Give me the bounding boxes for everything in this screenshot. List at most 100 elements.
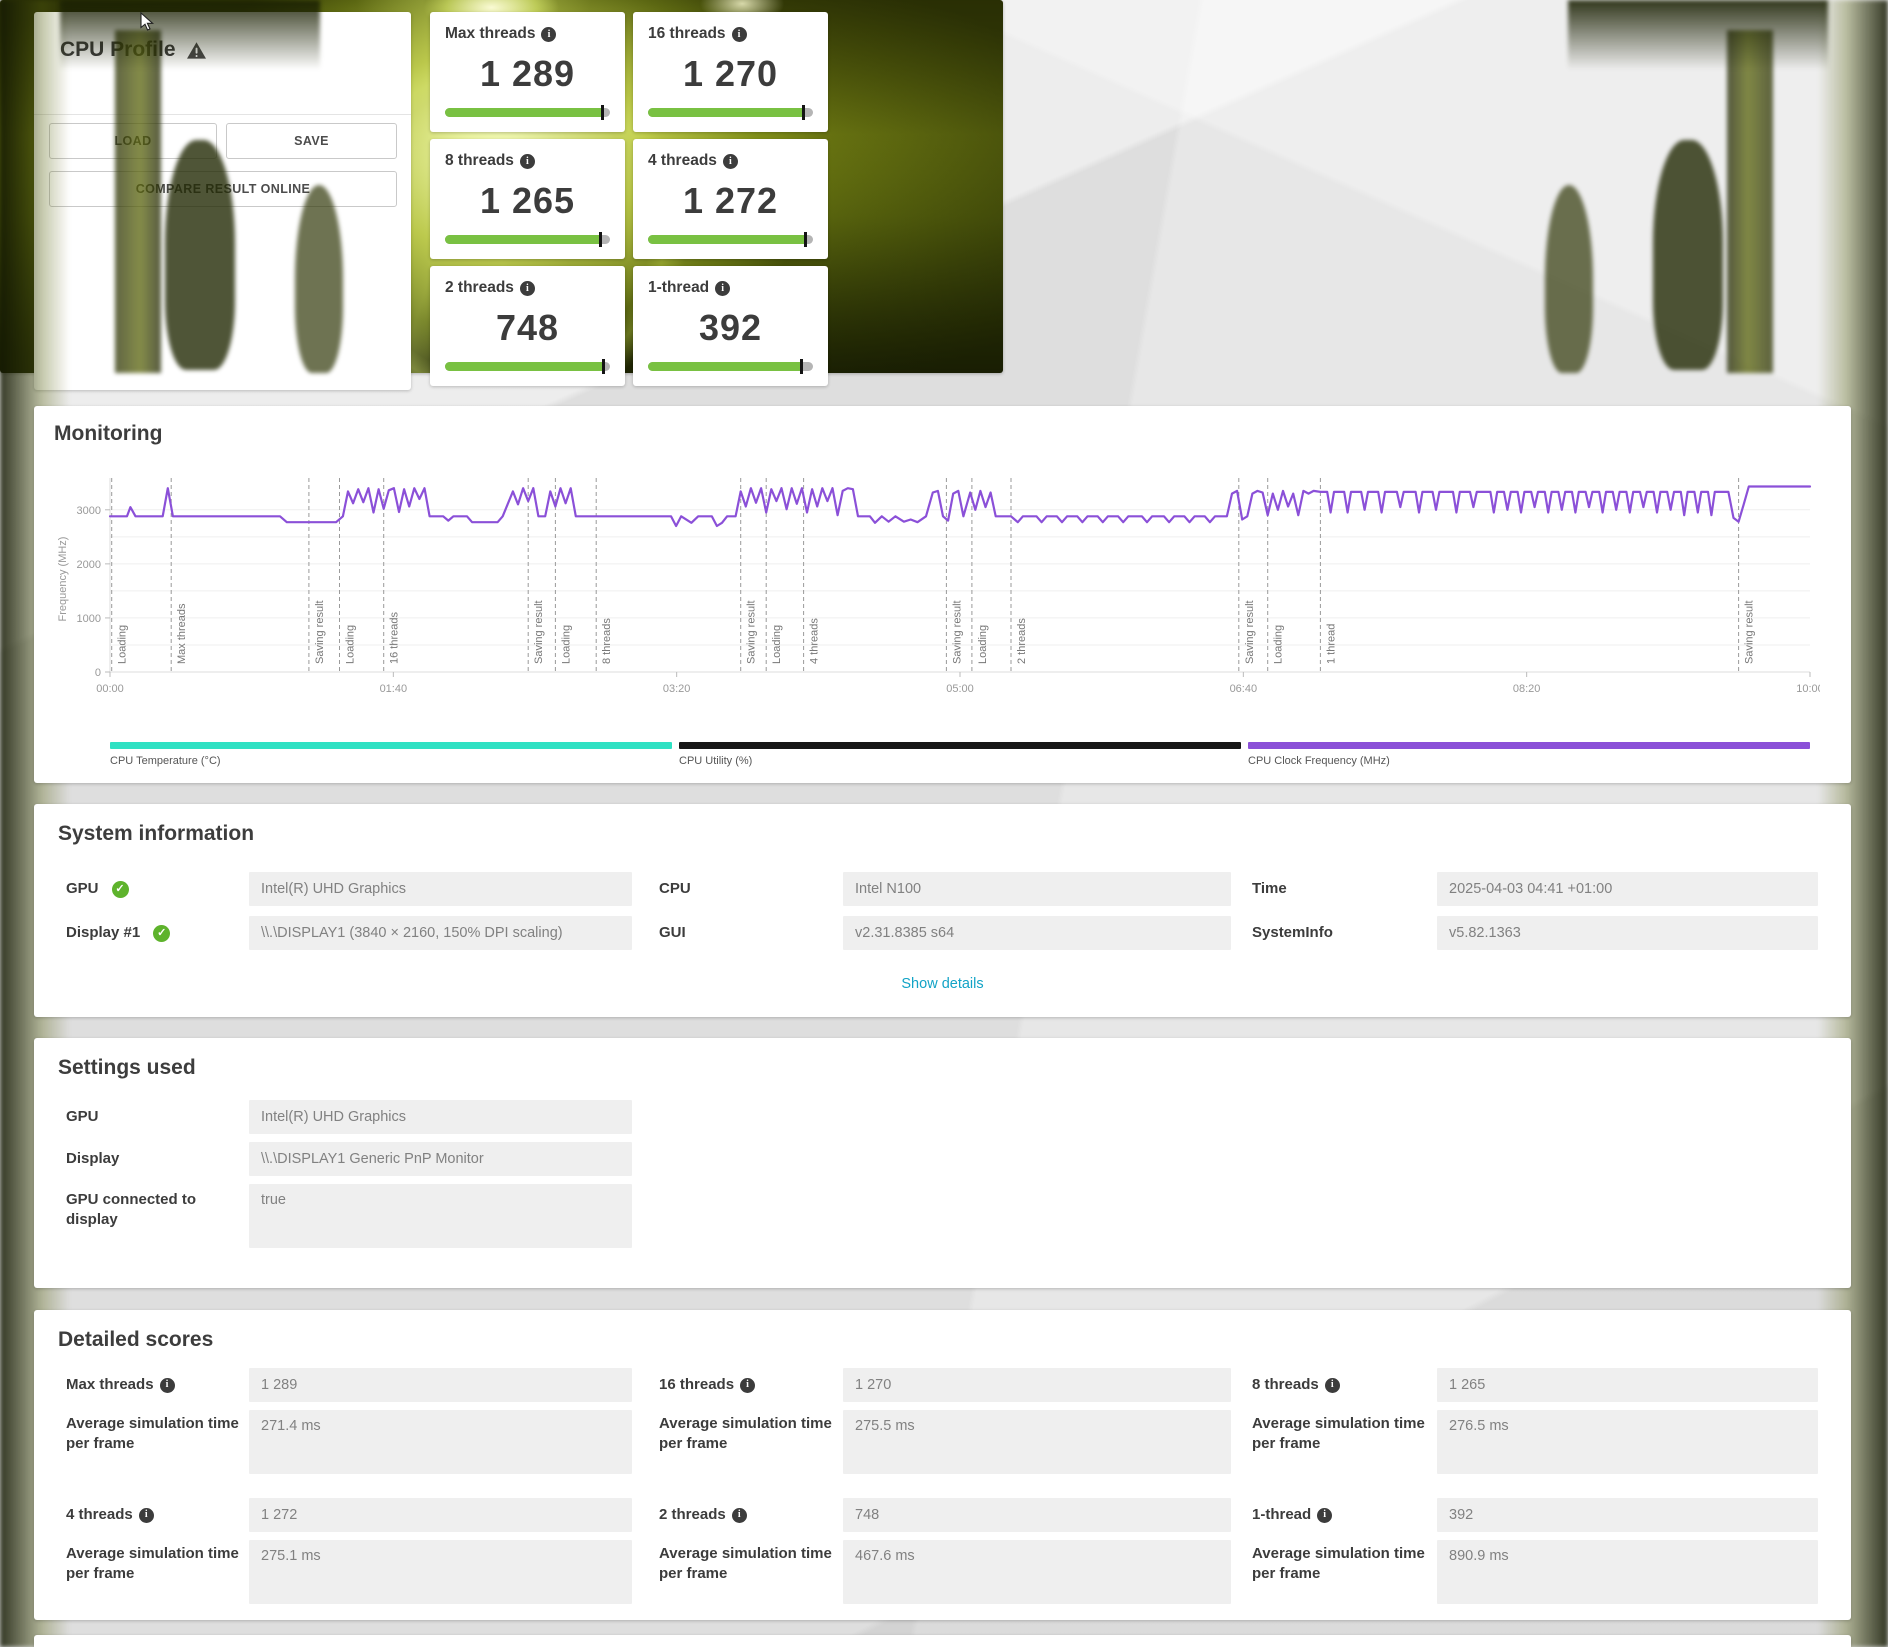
- field-value: true: [249, 1184, 632, 1248]
- field-value: v2.31.8385 s64: [843, 916, 1231, 950]
- show-details-link[interactable]: Show details: [34, 976, 1851, 992]
- svg-text:3000: 3000: [77, 505, 101, 517]
- mouse-cursor: [140, 12, 158, 32]
- field-value: 275.5 ms: [843, 1410, 1231, 1474]
- score-label: 4 threadsi: [648, 152, 813, 170]
- info-icon[interactable]: i: [723, 154, 738, 169]
- field-value: 271.4 ms: [249, 1410, 632, 1474]
- svg-text:Frequency (MHz): Frequency (MHz): [57, 537, 69, 622]
- field-value: 392: [1437, 1498, 1818, 1532]
- score-label: 8 threadsi: [445, 152, 610, 170]
- chart-legend: CPU Temperature (°C) CPU Utility (%) CPU…: [110, 742, 1810, 767]
- settings-used-card: Settings used GPU Intel(R) UHD Graphics …: [34, 1038, 1851, 1288]
- legend-item-cpu-temperature[interactable]: CPU Temperature (°C): [110, 742, 672, 767]
- detail-16-threads: 16 threadsi 1 270: [659, 1368, 1231, 1402]
- field-value: 1 272: [249, 1498, 632, 1532]
- svg-text:16 threads: 16 threads: [389, 612, 401, 664]
- legend-color-bar: [1248, 742, 1810, 749]
- svg-text:8 threads: 8 threads: [601, 618, 613, 664]
- divider: [34, 114, 411, 115]
- svg-text:Loading: Loading: [977, 625, 989, 664]
- svg-text:Saving result: Saving result: [746, 600, 758, 664]
- detailed-scores-title: Detailed scores: [58, 1328, 213, 1352]
- score-card-1-thread: 1-threadi 392: [633, 266, 828, 386]
- info-icon[interactable]: i: [160, 1378, 175, 1393]
- score-value: 1 270: [648, 53, 813, 95]
- score-card-max-threads: Max threadsi 1 289: [430, 12, 625, 132]
- svg-text:Loading: Loading: [771, 625, 783, 664]
- svg-text:Loading: Loading: [1273, 625, 1285, 664]
- score-value: 748: [445, 307, 610, 349]
- svg-text:Loading: Loading: [345, 625, 357, 664]
- info-icon[interactable]: i: [1325, 1378, 1340, 1393]
- score-card-2-threads: 2 threadsi 748: [430, 266, 625, 386]
- score-value: 1 289: [445, 53, 610, 95]
- field-value: Intel(R) UHD Graphics: [249, 872, 632, 906]
- field-value: 748: [843, 1498, 1231, 1532]
- detail-2-threads: 2 threadsi 748: [659, 1498, 1231, 1532]
- score-label: 16 threadsi: [648, 25, 813, 43]
- svg-text:2 threads: 2 threads: [1016, 618, 1028, 664]
- field-gpu: GPU✓ Intel(R) UHD Graphics: [66, 872, 632, 906]
- info-icon[interactable]: i: [732, 27, 747, 42]
- svg-text:Saving result: Saving result: [533, 600, 545, 664]
- frequency-chart: 010002000300000:0001:4003:2005:0006:4008…: [52, 470, 1820, 702]
- detail-avg-sim-time: Average simulation time per frame 275.5 …: [659, 1410, 1231, 1474]
- score-bar: [445, 108, 610, 117]
- svg-text:Saving result: Saving result: [1244, 600, 1256, 664]
- system-information-card: System information GPU✓ Intel(R) UHD Gra…: [34, 804, 1851, 1017]
- svg-text:Saving result: Saving result: [314, 600, 326, 664]
- legend-item-cpu-utility[interactable]: CPU Utility (%): [679, 742, 1241, 767]
- svg-text:1000: 1000: [77, 613, 101, 625]
- svg-text:Saving result: Saving result: [951, 600, 963, 664]
- svg-text:1 thread: 1 thread: [1325, 624, 1337, 664]
- setting-display: Display \\.\DISPLAY1 Generic PnP Monitor: [66, 1142, 632, 1176]
- score-label: Max threadsi: [445, 25, 610, 43]
- score-card-8-threads: 8 threadsi 1 265: [430, 139, 625, 259]
- field-gui: GUI v2.31.8385 s64: [659, 916, 1231, 950]
- detail-avg-sim-time: Average simulation time per frame 467.6 …: [659, 1540, 1231, 1604]
- field-value: 275.1 ms: [249, 1540, 632, 1604]
- info-icon[interactable]: i: [520, 154, 535, 169]
- monitoring-title: Monitoring: [54, 422, 162, 446]
- banner-art: [165, 140, 235, 370]
- info-icon[interactable]: i: [732, 1508, 747, 1523]
- field-value: 1 270: [843, 1368, 1231, 1402]
- legend-color-bar: [679, 742, 1241, 749]
- score-bar: [445, 235, 610, 244]
- setting-gpu-connected: GPU connected to display true: [66, 1184, 632, 1248]
- svg-text:01:40: 01:40: [380, 683, 408, 695]
- field-value: 890.9 ms: [1437, 1540, 1818, 1604]
- field-value: \\.\DISPLAY1 Generic PnP Monitor: [249, 1142, 632, 1176]
- svg-text:Loading: Loading: [117, 625, 129, 664]
- svg-text:4 threads: 4 threads: [809, 618, 821, 664]
- settings-used-title: Settings used: [58, 1056, 196, 1080]
- check-icon: ✓: [112, 881, 129, 898]
- detail-avg-sim-time: Average simulation time per frame 890.9 …: [1252, 1540, 1818, 1604]
- detail-max-threads: Max threadsi 1 289: [66, 1368, 632, 1402]
- svg-text:0: 0: [95, 667, 101, 679]
- monitoring-card: Monitoring 010002000300000:0001:4003:200…: [34, 406, 1851, 783]
- score-cards-grid: Max threadsi 1 289 16 threadsi 1 270 8 t…: [430, 12, 828, 386]
- field-display-1: Display #1✓ \\.\DISPLAY1 (3840 × 2160, 1…: [66, 916, 632, 950]
- score-bar: [648, 108, 813, 117]
- field-value: 467.6 ms: [843, 1540, 1231, 1604]
- legend-item-cpu-clock-frequency[interactable]: CPU Clock Frequency (MHz): [1248, 742, 1810, 767]
- field-value: 2025-04-03 04:41 +01:00: [1437, 872, 1818, 906]
- info-icon[interactable]: i: [715, 281, 730, 296]
- info-icon[interactable]: i: [139, 1508, 154, 1523]
- legend-color-bar: [110, 742, 672, 749]
- info-icon[interactable]: i: [1317, 1508, 1332, 1523]
- svg-text:06:40: 06:40: [1230, 683, 1258, 695]
- svg-text:10:00: 10:00: [1796, 683, 1820, 695]
- svg-text:05:00: 05:00: [946, 683, 974, 695]
- system-information-title: System information: [58, 822, 254, 846]
- field-value: Intel(R) UHD Graphics: [249, 1100, 632, 1134]
- save-button[interactable]: SAVE: [226, 123, 397, 159]
- score-card-16-threads: 16 threadsi 1 270: [633, 12, 828, 132]
- svg-text:Saving result: Saving result: [1744, 600, 1756, 664]
- info-icon[interactable]: i: [520, 281, 535, 296]
- field-cpu: CPU Intel N100: [659, 872, 1231, 906]
- info-icon[interactable]: i: [541, 27, 556, 42]
- info-icon[interactable]: i: [740, 1378, 755, 1393]
